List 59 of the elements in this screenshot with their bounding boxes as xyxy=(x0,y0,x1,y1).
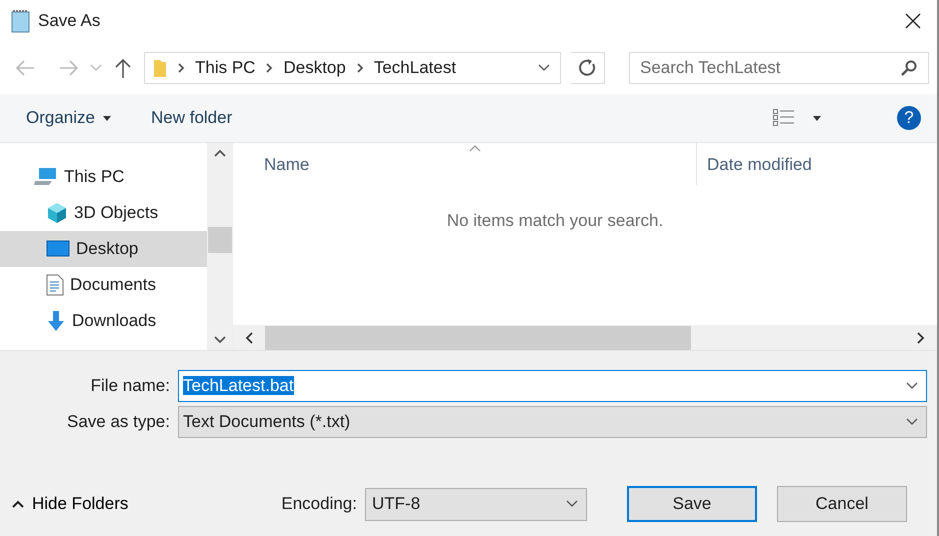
file-name-field[interactable]: TechLatest.bat xyxy=(178,370,927,402)
empty-message: No items match your search. xyxy=(446,211,664,232)
address-bar[interactable]: This PC Desktop TechLatest xyxy=(144,52,561,84)
folder-icon xyxy=(153,58,167,78)
folder-tree-item[interactable]: Downloads xyxy=(0,303,207,339)
down-caret-icon xyxy=(214,336,226,344)
recent-caret-icon xyxy=(90,64,102,72)
column-header[interactable]: Date modified xyxy=(697,143,937,185)
folder-tree-item[interactable]: Documents xyxy=(0,267,207,303)
caret-icon xyxy=(102,116,111,120)
refresh-button[interactable] xyxy=(571,52,605,84)
right-caret-icon xyxy=(917,332,925,344)
hide-folders-button[interactable]: Hide Folders xyxy=(12,494,128,514)
window-title: Save As xyxy=(38,11,102,31)
caret-icon xyxy=(906,382,918,390)
save-as-type-dropdown[interactable]: Text Documents (*.txt) xyxy=(178,406,927,438)
dialog-button[interactable]: Save xyxy=(627,486,757,522)
breadcrumb[interactable]: TechLatest xyxy=(374,58,456,78)
details-view-icon xyxy=(773,109,795,127)
vertical-scrollbar[interactable] xyxy=(207,143,232,350)
horizontal-scrollbar[interactable] xyxy=(233,325,937,350)
breadcrumb[interactable]: This PC xyxy=(195,58,256,78)
dialog-button[interactable]: Cancel xyxy=(777,486,907,522)
caret-icon xyxy=(566,500,578,508)
file-name-label: File name: xyxy=(90,376,171,396)
column-header[interactable]: Name xyxy=(233,143,697,185)
notepad-icon xyxy=(10,9,32,33)
scrollbar-thumb[interactable] xyxy=(265,326,691,350)
monitor-icon xyxy=(46,240,70,258)
sort-caret-icon xyxy=(469,145,481,152)
encoding-dropdown[interactable]: UTF-8 xyxy=(365,488,587,520)
scrollbar-thumb[interactable] xyxy=(208,227,232,253)
download-icon xyxy=(46,310,66,332)
dropdown-caret-icon xyxy=(538,64,550,72)
folder-tree-item[interactable]: 3D Objects xyxy=(0,195,207,231)
chevron-icon xyxy=(265,62,274,74)
cube-icon xyxy=(46,202,68,224)
save-as-type-label: Save as type: xyxy=(66,412,171,432)
breadcrumb[interactable]: Desktop xyxy=(283,58,346,78)
view-options-button[interactable] xyxy=(773,109,821,127)
help-button[interactable]: ? xyxy=(897,106,921,130)
folder-tree-item[interactable]: Desktop xyxy=(0,231,207,267)
chevron-icon xyxy=(356,62,364,74)
caret-icon xyxy=(906,418,918,426)
refresh-icon xyxy=(578,59,596,77)
new-folder-button[interactable]: New folder xyxy=(150,108,232,128)
up-caret-icon xyxy=(214,149,226,157)
organize-button[interactable]: Organize xyxy=(26,108,111,128)
up-caret-icon xyxy=(12,500,24,508)
chevron-icon xyxy=(177,62,185,74)
search-icon xyxy=(901,60,917,76)
search-field[interactable]: Search TechLatest xyxy=(629,52,929,84)
caret-icon xyxy=(813,116,821,120)
left-caret-icon xyxy=(245,332,253,344)
computer-icon xyxy=(34,167,58,187)
document-icon xyxy=(46,274,64,296)
folder-tree-item[interactable]: This PC xyxy=(0,159,207,195)
encoding-label: Encoding: xyxy=(281,494,357,514)
close-icon[interactable] xyxy=(905,13,921,29)
